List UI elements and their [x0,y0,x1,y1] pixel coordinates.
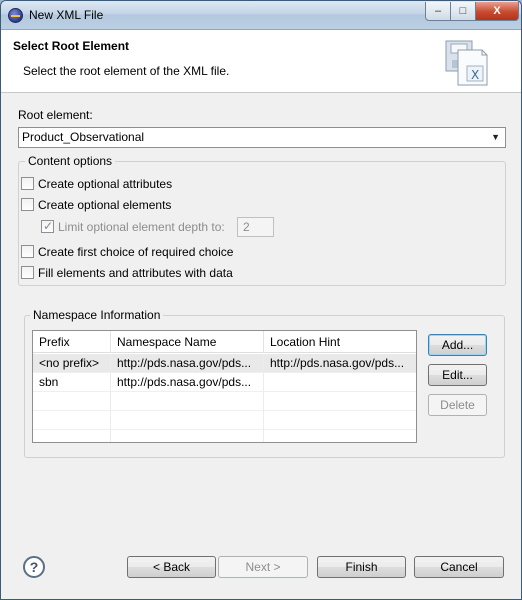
title-bar: New XML File – □ X [1,1,521,30]
wizard-banner: Select Root Element Select the root elem… [1,30,521,93]
column-header-location[interactable]: Location Hint [264,331,416,353]
cancel-button[interactable]: Cancel [414,556,504,578]
option-create-optional-elements[interactable]: Create optional elements [21,197,171,213]
table-row-empty [33,392,416,411]
table-header: Prefix Namespace Name Location Hint [33,331,416,353]
option-label: Create optional elements [38,198,172,212]
table-row[interactable]: sbn http://pds.nasa.gov/pds... [33,373,416,392]
cell-namespace: http://pds.nasa.gov/pds... [111,354,264,373]
checkbox-fill-data[interactable] [21,266,34,279]
option-create-optional-attributes[interactable]: Create optional attributes [21,176,172,192]
option-fill-data[interactable]: Fill elements and attributes with data [21,265,233,281]
table-row-empty [33,411,416,430]
back-button[interactable]: < Back [127,556,216,578]
page-description: Select the root element of the XML file. [23,64,230,78]
add-namespace-button[interactable]: Add... [428,334,487,356]
table-row[interactable]: <no prefix> http://pds.nasa.gov/pds... h… [33,354,416,373]
svg-text:X: X [471,68,479,82]
root-element-dropdown[interactable]: Product_Observational ▼ [18,127,506,148]
page-title: Select Root Element [13,39,130,53]
checkbox-first-choice[interactable] [21,245,34,258]
cell-location: http://pds.nasa.gov/pds... [270,356,405,370]
xml-file-wizard-icon: X [445,40,488,86]
footer-separator [1,536,521,537]
content-options-legend: Content options [28,154,113,168]
cell-prefix: <no prefix> [33,354,111,373]
minimize-button[interactable]: – [425,2,451,21]
option-label: Create optional attributes [38,177,173,191]
namespace-table[interactable]: Prefix Namespace Name Location Hint <no … [32,330,417,443]
checkbox-limit-depth [41,218,54,234]
close-button[interactable]: X [475,2,519,21]
cell-prefix: sbn [33,373,111,392]
help-icon[interactable]: ? [23,556,45,578]
option-label: Fill elements and attributes with data [38,266,233,280]
dialog-window: New XML File – □ X Select Root Element S… [0,0,522,600]
option-label: Create first choice of required choice [38,245,234,259]
edit-namespace-button[interactable]: Edit... [428,364,487,386]
table-row-empty [33,430,416,442]
chevron-down-icon[interactable]: ▼ [491,128,500,147]
next-button: Next > [218,556,308,578]
delete-namespace-button: Delete [428,394,487,416]
finish-button[interactable]: Finish [317,556,406,578]
option-first-choice[interactable]: Create first choice of required choice [21,244,233,260]
checkbox-create-optional-attributes[interactable] [21,177,34,190]
checkbox-create-optional-elements[interactable] [21,198,34,211]
root-element-value: Product_Observational [22,130,145,144]
option-label: Limit optional element depth to: [58,220,225,234]
root-element-label: Root element: [18,108,93,122]
cell-namespace: http://pds.nasa.gov/pds... [111,373,264,392]
window-title: New XML File [29,8,104,22]
cell-location [264,373,416,392]
eclipse-app-icon [8,8,23,23]
option-limit-depth: Limit optional element depth to: [41,218,225,235]
depth-limit-input: 2 [237,217,274,237]
column-header-prefix[interactable]: Prefix [33,331,111,353]
column-header-namespace[interactable]: Namespace Name [111,331,264,353]
maximize-button[interactable]: □ [450,2,476,21]
namespace-legend: Namespace Information [33,308,161,322]
